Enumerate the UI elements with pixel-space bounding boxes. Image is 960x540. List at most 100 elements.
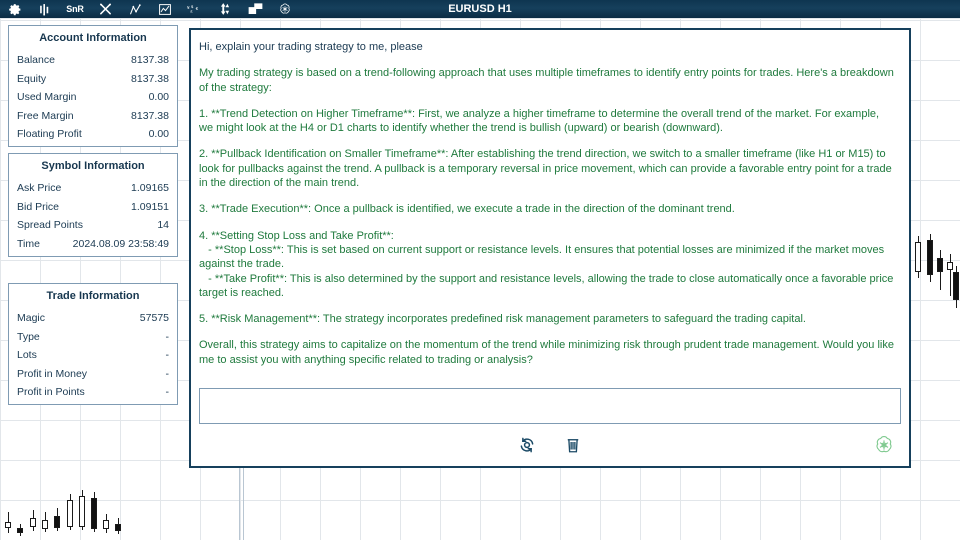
candlestick <box>103 514 109 533</box>
symbol-label: Bid Price <box>17 200 60 213</box>
trade-row: Profit in Money - <box>9 365 177 384</box>
account-row: Equity 8137.38 <box>9 70 177 89</box>
candlestick <box>17 524 23 536</box>
symbol-row: Bid Price 1.09151 <box>9 198 177 217</box>
symbol-value: 1.09151 <box>131 200 169 213</box>
account-panel-title: Account Information <box>39 32 147 44</box>
account-value: 0.00 <box>148 91 169 104</box>
trade-value: 57575 <box>139 312 169 324</box>
account-value: 8137.38 <box>131 54 169 66</box>
trade-row: Type - <box>9 328 177 347</box>
account-row: Balance 8137.38 <box>9 51 177 70</box>
trade-value: - <box>165 386 170 399</box>
account-label: Equity <box>17 72 47 85</box>
candlestick <box>927 234 933 282</box>
currencies-icon[interactable]: ¥ $ £ € <box>180 0 210 18</box>
candlestick <box>42 512 48 532</box>
trade-label: Profit in Points <box>17 386 85 399</box>
trade-label: Profit in Money <box>17 367 88 380</box>
trade-information-panel: Trade Information Magic 57575 Type - Lots - Pr… <box>8 283 178 405</box>
candlestick-body <box>30 518 36 527</box>
candlestick-body <box>42 520 48 529</box>
chat-message-assistant: 2. **Pullback Identification on Smaller … <box>199 148 895 190</box>
trash-icon[interactable] <box>562 434 584 456</box>
svg-text:£: £ <box>190 8 193 13</box>
candlestick-body <box>927 240 933 275</box>
candlestick <box>953 266 959 308</box>
svg-text:¥: ¥ <box>187 5 190 10</box>
trade-label: Lots <box>17 349 37 362</box>
trade-value: - <box>165 330 170 343</box>
symbol-label: Time <box>17 237 40 250</box>
candlestick <box>67 494 73 530</box>
account-row: Used Margin 0.00 <box>9 88 177 107</box>
symbol-panel-title: Symbol Information <box>41 160 145 172</box>
candlestick <box>91 492 97 532</box>
account-row: Floating Profit 0.00 <box>9 125 177 144</box>
chat-message-list[interactable]: Hi, explain your trading strategy to me,… <box>191 30 909 386</box>
candlestick-body <box>67 500 73 527</box>
snr-button[interactable]: SnR <box>60 0 90 18</box>
indicators-icon[interactable] <box>30 0 60 18</box>
trade-row: Profit in Points - <box>9 383 177 402</box>
candlestick <box>30 510 36 531</box>
candlestick-body <box>103 520 109 529</box>
account-label: Free Margin <box>17 109 74 122</box>
candlestick-body <box>115 524 121 531</box>
refresh-icon[interactable] <box>516 434 538 456</box>
symbol-row: Time 2024.08.09 23:58:49 <box>9 235 177 254</box>
chat-message-assistant: Overall, this strategy aims to capitaliz… <box>199 339 898 366</box>
candlestick <box>115 518 121 534</box>
symbol-value: 14 <box>157 219 169 232</box>
candlestick <box>937 250 943 290</box>
tools-icon[interactable] <box>90 0 120 18</box>
trade-rows: Magic 57575 Type - Lots - Profit in Money - Prof… <box>9 309 177 402</box>
fractals-icon[interactable] <box>120 0 150 18</box>
top-toolbar: SnR ¥ $ £ € EURUSD H1 <box>0 0 960 18</box>
account-row: Free Margin 8137.38 <box>9 107 177 126</box>
svg-text:€: € <box>196 6 199 11</box>
chat-input[interactable] <box>199 388 901 424</box>
trade-row: Magic 57575 <box>9 309 177 328</box>
chat-message-user: Hi, explain your trading strategy to me,… <box>199 41 423 53</box>
chat-message-assistant: My trading strategy is based on a trend-… <box>199 67 897 94</box>
trade-panel-title: Trade Information <box>46 290 140 302</box>
buy-sell-arrows-icon[interactable] <box>210 0 240 18</box>
candlestick-wick <box>949 254 951 296</box>
symbol-row: Ask Price 1.09165 <box>9 179 177 198</box>
candlestick-body <box>915 242 921 272</box>
trade-row: Lots - <box>9 346 177 365</box>
trade-label: Magic <box>17 312 46 324</box>
account-label: Balance <box>17 54 55 66</box>
account-value: 0.00 <box>148 128 169 141</box>
account-rows: Balance 8137.38 Equity 8137.38 Used Margin 0.… <box>9 51 177 144</box>
candlestick-body <box>54 516 60 528</box>
candlestick-body <box>937 258 943 272</box>
openai-assistant-icon[interactable] <box>270 0 300 18</box>
account-label: Floating Profit <box>17 128 82 141</box>
ai-assistant-chat-window: Hi, explain your trading strategy to me,… <box>189 28 911 468</box>
chat-message-assistant: 5. **Risk Management**: The strategy inc… <box>199 313 806 326</box>
chart-analysis-icon[interactable] <box>150 0 180 18</box>
candlestick <box>915 236 921 278</box>
chat-message-assistant: 3. **Trade Execution**: Once a pullback … <box>199 203 735 216</box>
candlestick-body <box>5 522 11 528</box>
candlestick-body <box>953 272 959 300</box>
chat-action-bar <box>191 424 909 466</box>
trade-value: - <box>165 367 170 380</box>
panels-icon[interactable] <box>240 0 270 18</box>
candlestick <box>79 490 85 530</box>
candlestick <box>5 512 11 533</box>
trade-value: - <box>165 349 170 362</box>
chat-message-assistant: 4. **Setting Stop Loss and Take Profit**… <box>199 229 894 299</box>
account-information-panel: Account Information Balance 8137.38 Equity… <box>8 25 178 147</box>
symbol-label: Ask Price <box>17 182 62 194</box>
candlestick-body <box>17 528 23 533</box>
candlestick-body <box>79 496 85 527</box>
account-value: 8137.38 <box>131 109 169 122</box>
candlestick <box>54 508 60 531</box>
trading-terminal-window: SnR ¥ $ £ € EURUSD H1 Account Informatio… <box>0 0 960 540</box>
symbol-rows: Ask Price 1.09165 Bid Price 1.09151 Spread P… <box>9 179 177 253</box>
settings-gear-icon[interactable] <box>0 0 30 18</box>
symbol-value: 1.09165 <box>131 182 169 194</box>
